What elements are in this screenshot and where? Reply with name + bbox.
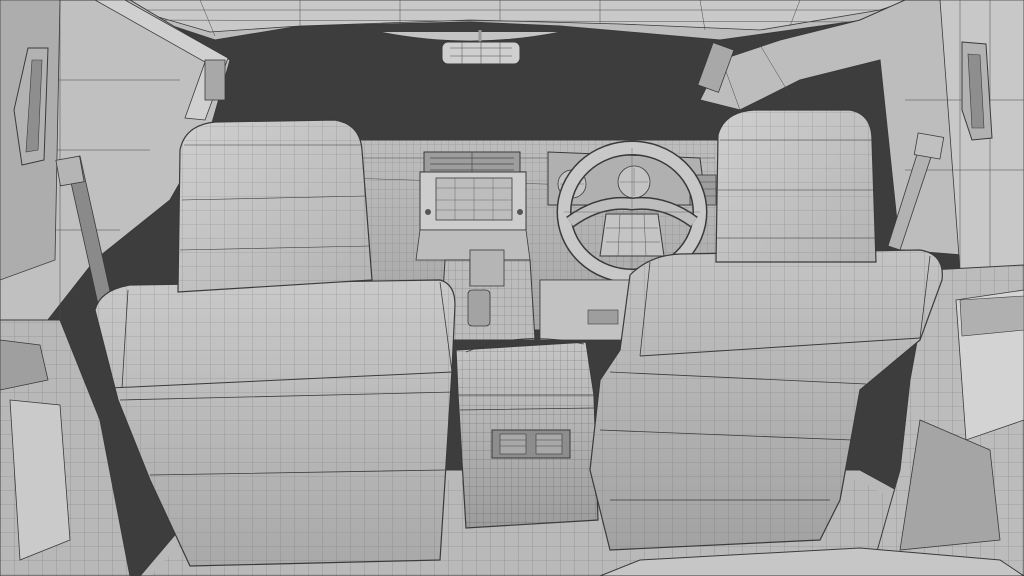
right-seat-headrest-mesh: [715, 109, 877, 263]
left-pillar-clip-mesh: [204, 59, 226, 101]
infotainment-screen-mesh: [415, 171, 531, 261]
car-interior-wireframe-render: [0, 0, 1024, 576]
rear-vent-mesh: [491, 429, 571, 459]
left-seat-headrest-mesh: [177, 119, 373, 293]
3d-viewport[interactable]: wireframe-on-shaded: [0, 0, 1024, 576]
